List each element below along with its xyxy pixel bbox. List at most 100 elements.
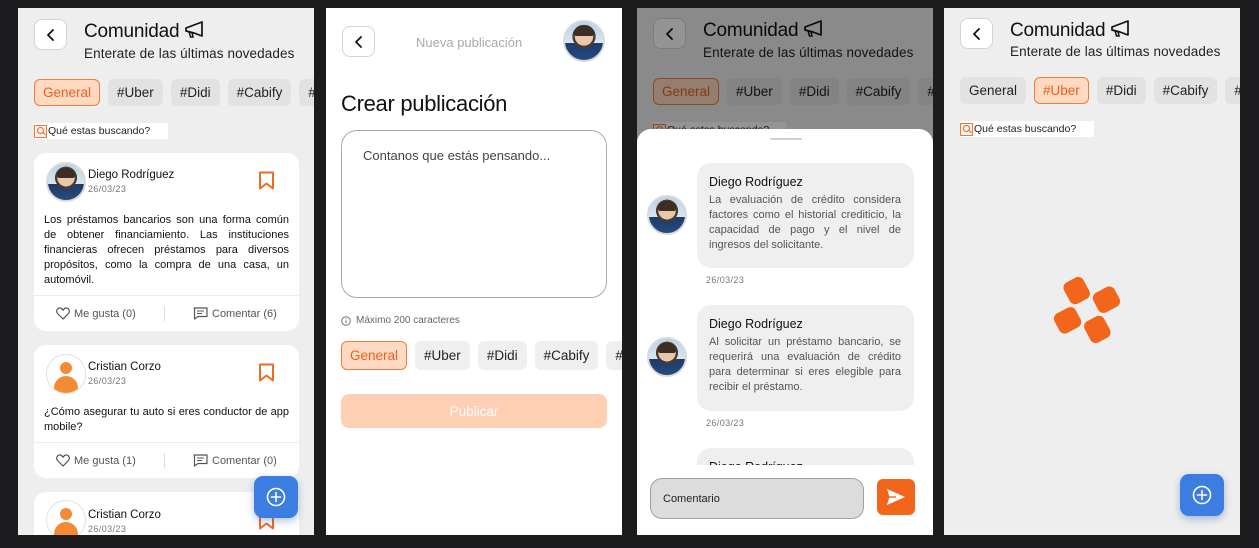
chip-uber[interactable]: #Uber — [1034, 77, 1089, 104]
like-count: Me gusta (0) — [74, 307, 136, 320]
back-button[interactable] — [960, 18, 993, 49]
comment-bubble: Diego Rodríguez La evaluación de crédito… — [697, 163, 914, 268]
bookmark-icon[interactable] — [258, 363, 275, 382]
chip-cabify[interactable]: #Cabify — [227, 79, 292, 106]
post-actions: Me gusta (1) Comentar (0) — [34, 442, 299, 478]
post-author: Cristian Corzo — [88, 361, 161, 373]
chevron-left-icon — [46, 28, 54, 41]
search-icon — [960, 122, 973, 136]
post-author: Cristian Corzo — [88, 509, 161, 521]
header-title: Nueva publicación — [416, 35, 523, 50]
page-subtitle: Enterate de las últimas novedades — [84, 46, 295, 61]
comment-composer: Comentario — [637, 465, 933, 535]
megaphone-icon — [185, 21, 204, 38]
comment-button[interactable]: Comentar (6) — [193, 307, 277, 320]
comment-author: Diego Rodríguez — [709, 175, 803, 189]
chip-general[interactable]: General — [960, 77, 1027, 104]
post-author: Diego Rodríguez — [88, 169, 175, 181]
comment-count: Comentar (0) — [212, 454, 277, 467]
post-body: ¿Cómo asegurar tu auto si eres conductor… — [44, 406, 289, 433]
avatar[interactable] — [46, 354, 86, 394]
chip-cabify[interactable]: #Cabify — [1153, 77, 1218, 104]
post-body: Los préstamos bancarios son una forma co… — [44, 214, 289, 286]
comment-input[interactable]: Comentario — [650, 478, 864, 519]
category-chips: General #Uber #Didi #Cabify # — [34, 79, 314, 106]
post-actions: Me gusta (0) Comentar (6) — [34, 295, 299, 331]
divider — [164, 453, 165, 468]
back-button[interactable] — [342, 26, 375, 57]
avatar[interactable] — [563, 20, 605, 62]
chip-didi[interactable]: #Didi — [1096, 77, 1146, 104]
chip-more[interactable]: # — [1225, 77, 1240, 104]
heart-icon — [56, 454, 70, 467]
plus-circle-icon — [1192, 485, 1212, 505]
category-chips: General #Uber #Didi #Cabify # — [960, 77, 1240, 104]
avatar[interactable] — [46, 500, 86, 535]
search-input[interactable]: Qué estas buscando? — [974, 123, 1076, 135]
comment-bubble: Diego Rodríguez Al solicitar un préstamo… — [697, 305, 914, 411]
post-date: 26/03/23 — [88, 376, 127, 386]
chip-cabify[interactable]: #Cabify — [534, 341, 599, 370]
heart-icon — [56, 307, 70, 320]
back-button[interactable] — [34, 19, 67, 50]
page-subtitle: Enterate de las últimas novedades — [1010, 44, 1221, 59]
loading-spinner-icon — [1053, 276, 1121, 344]
community-feed-screen: Comunidad Enterate de las últimas noveda… — [18, 8, 314, 535]
chip-didi[interactable]: #Didi — [170, 79, 220, 106]
plus-circle-icon — [266, 487, 286, 507]
divider — [164, 306, 165, 321]
publish-button[interactable]: Publicar — [341, 394, 607, 428]
chip-general[interactable]: General — [34, 79, 101, 106]
page-title: Comunidad — [1010, 20, 1132, 42]
comment-count: Comentar (6) — [212, 307, 277, 320]
comments-sheet: Diego Rodríguez La evaluación de crédito… — [637, 129, 933, 535]
send-button[interactable] — [877, 479, 915, 515]
avatar[interactable] — [647, 337, 687, 377]
new-post-screen: Nueva publicación Crear publicación Cont… — [326, 8, 622, 535]
megaphone-icon — [1111, 20, 1130, 37]
send-icon — [887, 489, 905, 505]
page-title: Comunidad — [84, 21, 206, 43]
comment-date: 26/03/23 — [706, 418, 745, 428]
bookmark-icon[interactable] — [258, 171, 275, 190]
chip-more[interactable]: # — [606, 341, 622, 370]
chip-general[interactable]: General — [341, 341, 408, 370]
like-button[interactable]: Me gusta (0) — [56, 307, 136, 320]
chip-uber[interactable]: #Uber — [108, 79, 163, 106]
info-icon — [341, 315, 351, 326]
comment-icon — [193, 307, 208, 320]
loading-screen: Comunidad Enterate de las últimas noveda… — [944, 8, 1240, 535]
search-bar[interactable]: Qué estas buscando? — [34, 123, 168, 139]
post-date: 26/03/23 — [88, 524, 127, 534]
chip-more[interactable]: # — [299, 79, 314, 106]
post-card: Diego Rodríguez 26/03/23 Los préstamos b… — [34, 153, 299, 331]
search-input[interactable]: Qué estas buscando? — [48, 125, 150, 137]
add-post-button[interactable] — [1180, 474, 1224, 516]
comment-text: La evaluación de crédito considera facto… — [709, 194, 901, 251]
post-date: 26/03/23 — [88, 184, 127, 194]
search-bar[interactable]: Qué estas buscando? — [960, 121, 1094, 137]
page-title: Crear publicación — [341, 91, 508, 116]
comment-icon — [193, 454, 208, 467]
chevron-left-icon — [354, 35, 362, 48]
post-textarea-placeholder: Contanos que estás pensando... — [363, 148, 551, 163]
search-icon — [34, 124, 47, 138]
comment-author: Diego Rodríguez — [709, 317, 803, 331]
comment-date: 26/03/23 — [706, 275, 745, 285]
comment-text: Al solicitar un préstamo bancario, se re… — [709, 336, 901, 393]
comments-screen: Comunidad Enterate de las últimas noveda… — [637, 8, 933, 535]
category-chips: General #Uber #Didi #Cabify # — [341, 341, 622, 370]
chip-uber[interactable]: #Uber — [415, 341, 470, 370]
sheet-handle[interactable] — [770, 138, 802, 140]
like-button[interactable]: Me gusta (1) — [56, 454, 136, 467]
chip-didi[interactable]: #Didi — [477, 341, 527, 370]
like-count: Me gusta (1) — [74, 454, 136, 467]
char-limit-hint: Máximo 200 caracteres — [341, 315, 460, 326]
avatar[interactable] — [647, 195, 687, 235]
avatar[interactable] — [46, 162, 86, 202]
chevron-left-icon — [972, 27, 980, 40]
post-card: Cristian Corzo 26/03/23 ¿Cómo asegurar t… — [34, 345, 299, 478]
post-textarea[interactable]: Contanos que estás pensando... — [341, 130, 607, 298]
comment-button[interactable]: Comentar (0) — [193, 454, 277, 467]
add-post-button[interactable] — [254, 476, 298, 518]
